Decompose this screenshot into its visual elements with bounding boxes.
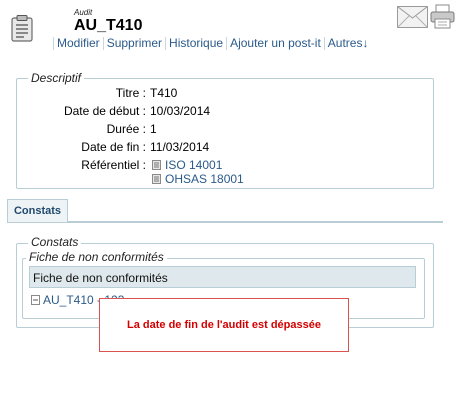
descriptif-legend: Descriptif — [28, 71, 85, 85]
action-separator — [53, 36, 54, 50]
constats-legend: Constats — [28, 235, 82, 249]
fnc-legend: Fiche de non conformités — [26, 250, 167, 264]
print-icon[interactable] — [430, 4, 455, 29]
fnc-column-header: Fiche de non conformités — [29, 266, 416, 288]
referentiel-link-iso-14001[interactable]: ISO 14001 — [152, 158, 222, 172]
page-title: AU_T410 — [74, 17, 143, 34]
clipboard-icon — [11, 15, 33, 42]
referentiel-label: Référentiel : — [81, 158, 146, 172]
referentiel-value: ISO 14001 — [165, 158, 223, 172]
date-debut-label: Date de début : — [63, 104, 146, 118]
action-separator — [323, 36, 325, 50]
record-type-label: Audit — [74, 8, 93, 17]
date-fin-label: Date de fin : — [81, 140, 146, 154]
autres-dropdown-link[interactable]: Autres↓ — [328, 36, 369, 50]
tab-strip-baseline — [7, 221, 443, 223]
referentiel-link-ohsas-18001[interactable]: OHSAS 18001 — [152, 172, 244, 186]
duree-label: Durée : — [106, 122, 146, 136]
referentiel-value: OHSAS 18001 — [165, 172, 244, 186]
collapse-icon — [31, 295, 40, 305]
date-debut-value: 10/03/2014 — [150, 104, 211, 118]
mail-icon[interactable] — [397, 6, 428, 28]
alert-popup: La date de fin de l'audit est dépassée — [99, 298, 349, 352]
action-bar: Modifier Supprimer Historique Ajouter un… — [50, 36, 368, 50]
action-separator — [165, 36, 167, 50]
duree-value: 1 — [150, 122, 157, 136]
tab-constats[interactable]: Constats — [7, 199, 68, 222]
supprimer-link[interactable]: Supprimer — [107, 36, 162, 50]
action-separator — [102, 36, 104, 50]
action-separator — [226, 36, 228, 50]
historique-link[interactable]: Historique — [169, 36, 223, 50]
alert-message: La date de fin de l'audit est dépassée — [127, 319, 321, 331]
document-icon — [152, 174, 161, 184]
modifier-link[interactable]: Modifier — [57, 36, 100, 50]
document-icon — [152, 160, 161, 170]
date-fin-value: 11/03/2014 — [150, 140, 210, 154]
ajouter-post-it-link[interactable]: Ajouter un post-it — [230, 36, 321, 50]
titre-value: T410 — [150, 86, 178, 100]
titre-label: Titre : — [115, 86, 146, 100]
